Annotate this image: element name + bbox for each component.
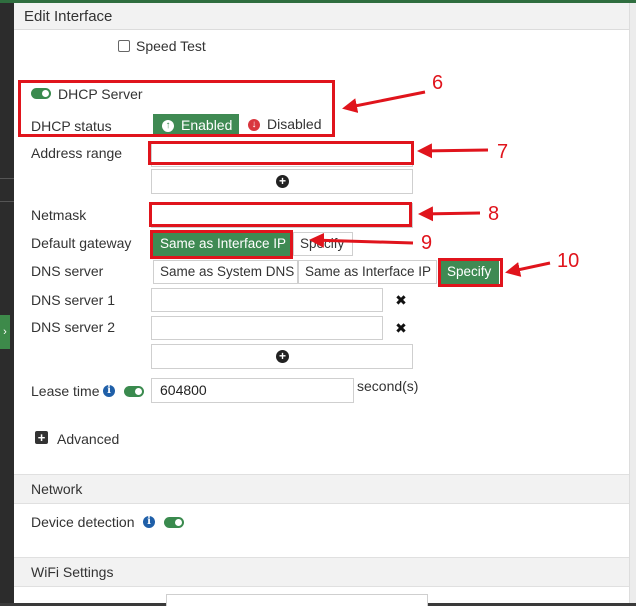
annotation-number-7: 7 — [497, 141, 509, 163]
annotation-arrows — [309, 90, 551, 277]
arrow-6 — [342, 90, 426, 114]
arrow-7 — [417, 143, 489, 159]
annotation-number-10: 10 — [557, 250, 580, 272]
arrow-10 — [505, 261, 551, 277]
annotation-number-9: 9 — [421, 232, 433, 254]
arrow-8 — [418, 206, 481, 222]
annotation-number-8: 8 — [488, 203, 500, 225]
annotation-number-6: 6 — [432, 72, 444, 94]
arrow-9 — [309, 232, 414, 248]
